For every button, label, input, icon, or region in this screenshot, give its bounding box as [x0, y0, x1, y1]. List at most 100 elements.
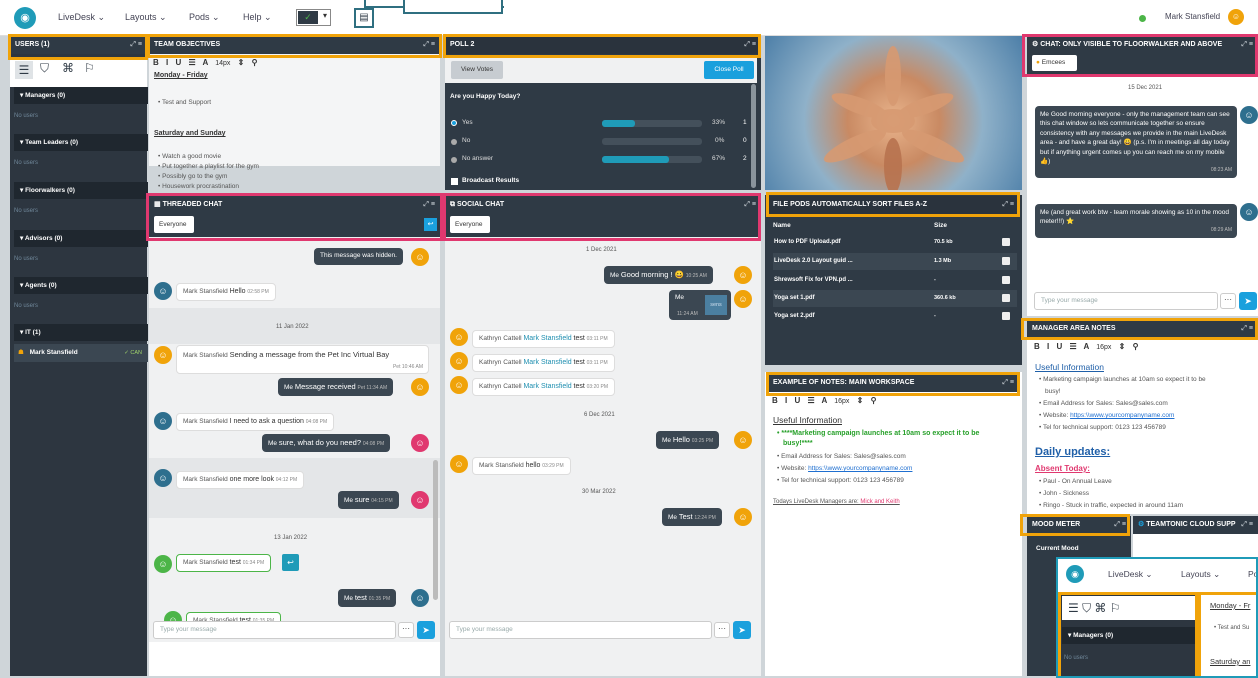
group-it[interactable]: ▾ IT (1) — [14, 324, 148, 341]
threaded-message-input[interactable]: Type your message — [153, 621, 396, 639]
message-bubble[interactable]: Mark Stansfield Hello 02:58 PM — [176, 283, 276, 302]
scrollbar[interactable] — [751, 84, 756, 188]
file-row[interactable]: How to PDF Upload.pdf 70.5 kb — [773, 234, 1017, 251]
expand-icon[interactable]: ⤢ ≡ — [423, 196, 435, 214]
message-bubble[interactable]: Mark Stansfield one more look 04:12 PM — [176, 471, 305, 490]
reply-icon[interactable]: ↩ — [282, 554, 299, 571]
group-floorwalkers[interactable]: ▾ Floorwalkers (0) — [14, 182, 148, 199]
message-bubble[interactable]: Me sure, what do you need? 04:08 PM — [262, 434, 391, 452]
expand-icon[interactable]: ⤢ ≡ — [130, 36, 142, 54]
date-separator: 30 Mar 2022 — [582, 489, 616, 495]
expand-icon[interactable]: ⤢ ≡ — [744, 196, 756, 214]
font-size-select[interactable]: 14px — [215, 60, 230, 67]
expand-icon[interactable]: ⤢ ≡ — [1114, 516, 1126, 534]
message-bubble[interactable]: Kathryn Cattell Mark Stansfield test 03:… — [472, 378, 616, 397]
menu-layouts[interactable]: Layouts ⌄ — [125, 12, 167, 23]
scrollbar[interactable] — [433, 460, 438, 600]
message-bubble[interactable]: Kathryn Cattell Mark Stansfield test 03:… — [472, 330, 615, 349]
send-button[interactable]: ➤ — [733, 621, 751, 639]
user-row[interactable]: ☗ Mark Stansfield ✓ CAN — [14, 344, 148, 362]
group-managers[interactable]: ▾ Managers (0) — [14, 87, 148, 104]
message-bubble[interactable]: Me Message received Pet 11:34 AM — [278, 378, 394, 396]
group-advisors[interactable]: ▾ Advisors (0) — [14, 230, 148, 247]
image-message[interactable]: Me 11:24 AM sens — [669, 290, 731, 320]
file-menu-icon[interactable] — [1002, 238, 1010, 246]
image-thumbnail[interactable]: sens — [705, 295, 727, 315]
font-size-select[interactable]: 16px — [834, 398, 849, 405]
group-team-leaders[interactable]: ▾ Team Leaders (0) — [14, 134, 148, 151]
message-bubble[interactable]: Me sure 04:15 PM — [338, 491, 399, 509]
expand-icon[interactable]: ⤢ ≡ — [423, 36, 435, 54]
file-row[interactable]: Yoga set 1.pdf 360.6 kb — [773, 290, 1017, 307]
expand-icon[interactable]: ⤢ ≡ — [1241, 516, 1253, 534]
more-button[interactable]: ··· — [398, 622, 414, 638]
file-menu-icon[interactable] — [1002, 257, 1010, 265]
status-select[interactable]: ✓ ▾ — [296, 9, 331, 26]
editor-toolbar[interactable]: B I U ☰ A 16px ⇕ ⚲ — [772, 396, 876, 405]
menu-help[interactable]: Help ⌄ — [243, 12, 272, 23]
message-bubble[interactable]: Me Good morning ! 😀 10:25 AM — [604, 266, 713, 284]
radio-no-answer[interactable] — [451, 157, 457, 163]
close-poll-button[interactable]: Close Poll — [704, 61, 754, 79]
user-filter-icon[interactable]: ⛉ — [40, 61, 49, 76]
layout-icon[interactable]: ▤ — [354, 8, 374, 28]
group-agents[interactable]: ▾ Agents (0) — [14, 277, 148, 294]
file-menu-icon[interactable] — [1002, 276, 1010, 284]
radio-no[interactable] — [451, 139, 457, 145]
message-bubble[interactable]: Me test 01:35 PM — [338, 589, 397, 607]
expand-icon[interactable]: ⤢ ≡ — [1241, 36, 1253, 54]
send-button[interactable]: ➤ — [1239, 292, 1257, 310]
tab-everyone[interactable]: Everyone — [450, 216, 490, 233]
tab-emcees[interactable]: ● Emcees — [1032, 55, 1077, 71]
message-bubble[interactable]: Me (and great work btw - team morale sho… — [1035, 204, 1237, 239]
message-bubble[interactable]: Kathryn Cattell Mark Stansfield test 03:… — [472, 354, 615, 373]
livedesk-logo[interactable]: ◉ — [14, 7, 36, 29]
more-button[interactable]: ··· — [1220, 293, 1236, 309]
view-votes-button[interactable]: View Votes — [451, 61, 503, 79]
collapse-icon[interactable]: ⌘ — [62, 61, 74, 75]
broadcast-checkbox[interactable] — [451, 178, 458, 185]
send-button[interactable]: ➤ — [417, 621, 435, 639]
file-row[interactable]: Yoga set 2.pdf - — [773, 308, 1017, 325]
file-menu-icon[interactable] — [1002, 294, 1010, 302]
editor-toolbar[interactable]: B I U ☰ A 16px ⇕ ⚲ — [1034, 342, 1138, 351]
reply-icon[interactable]: ↩ — [424, 218, 437, 231]
no-users-text: No users — [14, 208, 39, 214]
flag-icon[interactable]: ⚐ — [84, 61, 95, 75]
file-row[interactable]: Shrewsoft Fix for VPN.pd ... - — [773, 272, 1017, 289]
radio-yes[interactable] — [451, 120, 457, 126]
user-row-name: Mark Stansfield — [29, 349, 78, 356]
website-link[interactable]: https:\\www.yourcompanyname.com — [1070, 412, 1174, 419]
more-button[interactable]: ··· — [714, 622, 730, 638]
column-size: Size — [934, 222, 948, 229]
message-bubble[interactable]: Mark Stansfield test 01:34 PM — [176, 554, 272, 573]
expand-icon[interactable]: ⤢ ≡ — [1002, 374, 1014, 392]
expand-icon[interactable]: ⤢ ≡ — [744, 36, 756, 54]
expand-icon[interactable]: ⤢ ≡ — [1241, 320, 1253, 338]
website-link[interactable]: https:\\www.yourcompanyname.com — [808, 465, 912, 472]
message-bubble[interactable]: Me Test 12:24 PM — [662, 508, 722, 526]
panel-title: TEAM OBJECTIVES — [154, 41, 221, 48]
social-message-input[interactable]: Type your message — [449, 621, 712, 639]
menu-pods[interactable]: Pods ⌄ — [189, 12, 220, 23]
expand-icon[interactable]: ⤢ ≡ — [1002, 196, 1014, 214]
editor-toolbar[interactable]: B I U ☰ A 14px ⇕ ⚲ — [153, 58, 257, 67]
broadcast-label: Broadcast Results — [462, 177, 520, 184]
message-bubble[interactable]: Mark Stansfield hello 03:29 PM — [472, 457, 571, 476]
user-avatar[interactable]: ☺ — [1228, 9, 1244, 25]
font-size-select[interactable]: 16px — [1096, 344, 1111, 351]
file-row[interactable]: LiveDesk 2.0 Layout guid ... 1.3 Mb — [773, 253, 1017, 270]
menu-livedesk[interactable]: LiveDesk ⌄ — [58, 12, 105, 23]
tab-everyone[interactable]: Everyone — [154, 216, 194, 233]
list-view-icon[interactable]: ☰ — [15, 61, 33, 79]
avatar: ☺ — [450, 352, 468, 370]
panel-title: FILE PODS AUTOMATICALLY SORT FILES A-Z — [773, 201, 928, 208]
message-bubble[interactable]: Me Hello 03:25 PM — [656, 431, 720, 449]
message-bubble[interactable]: Mark Stansfield I need to ask a question… — [176, 413, 335, 432]
inset-note-heading: Monday - Fr — [1210, 601, 1251, 610]
user-name[interactable]: Mark Stansfield — [1165, 12, 1220, 21]
file-menu-icon[interactable] — [1002, 312, 1010, 320]
message-bubble[interactable]: Me Good morning everyone - only the mana… — [1035, 106, 1237, 178]
message-bubble[interactable]: Mark Stansfield Sending a message from t… — [176, 345, 429, 374]
fchat-message-input[interactable]: Type your message — [1034, 292, 1218, 310]
